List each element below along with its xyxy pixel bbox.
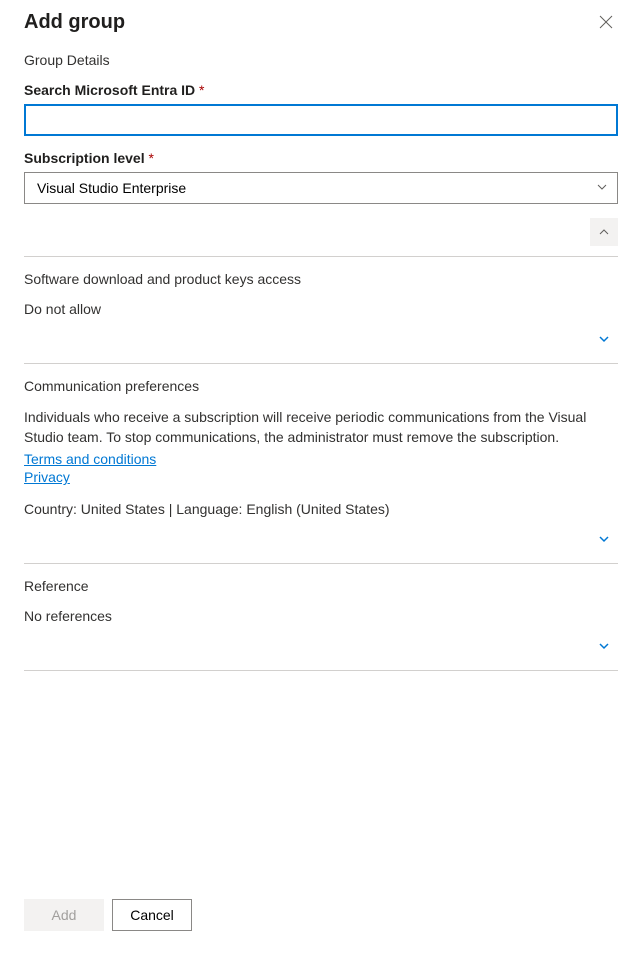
panel-header: Add group — [24, 10, 618, 34]
collapse-block — [24, 218, 618, 246]
group-details-subtitle: Group Details — [24, 52, 618, 68]
downloads-section: Software download and product keys acces… — [24, 271, 618, 364]
communication-expand — [24, 525, 618, 553]
search-label-text: Search Microsoft Entra ID — [24, 82, 195, 98]
communication-description: Individuals who receive a subscription w… — [24, 408, 618, 447]
chevron-down-icon — [598, 533, 610, 545]
chevron-down-icon — [598, 640, 610, 652]
chevron-up-icon — [598, 226, 610, 238]
terms-link[interactable]: Terms and conditions — [24, 451, 156, 467]
collapse-button[interactable] — [590, 218, 618, 246]
locale-text: Country: United States | Language: Engli… — [24, 501, 618, 517]
reference-expand — [24, 632, 618, 660]
downloads-value: Do not allow — [24, 301, 618, 317]
footer-actions: Add Cancel — [24, 889, 618, 931]
reference-expand-button[interactable] — [590, 632, 618, 660]
required-marker: * — [148, 150, 153, 166]
add-button[interactable]: Add — [24, 899, 104, 931]
communication-section: Communication preferences Individuals wh… — [24, 378, 618, 564]
subscription-select-wrapper: Visual Studio Enterprise — [24, 172, 618, 204]
close-icon — [599, 15, 613, 29]
subscription-label: Subscription level * — [24, 150, 618, 166]
downloads-expand-button[interactable] — [590, 325, 618, 353]
subscription-select[interactable]: Visual Studio Enterprise — [24, 172, 618, 204]
cancel-button[interactable]: Cancel — [112, 899, 192, 931]
group-details-section: Search Microsoft Entra ID * Subscription… — [24, 82, 618, 257]
privacy-link[interactable]: Privacy — [24, 469, 70, 485]
search-input[interactable] — [24, 104, 618, 136]
search-label: Search Microsoft Entra ID * — [24, 82, 618, 98]
subscription-label-text: Subscription level — [24, 150, 145, 166]
search-field-group: Search Microsoft Entra ID * — [24, 82, 618, 136]
required-marker: * — [199, 82, 204, 98]
page-title: Add group — [24, 11, 125, 34]
reference-value: No references — [24, 608, 618, 624]
communication-expand-button[interactable] — [590, 525, 618, 553]
reference-title: Reference — [24, 578, 618, 594]
communication-title: Communication preferences — [24, 378, 618, 394]
downloads-expand — [24, 325, 618, 353]
chevron-down-icon — [598, 333, 610, 345]
close-button[interactable] — [594, 10, 618, 34]
downloads-title: Software download and product keys acces… — [24, 271, 618, 287]
form-content: Group Details Search Microsoft Entra ID … — [24, 52, 618, 889]
subscription-field-group: Subscription level * Visual Studio Enter… — [24, 150, 618, 204]
reference-section: Reference No references — [24, 578, 618, 671]
